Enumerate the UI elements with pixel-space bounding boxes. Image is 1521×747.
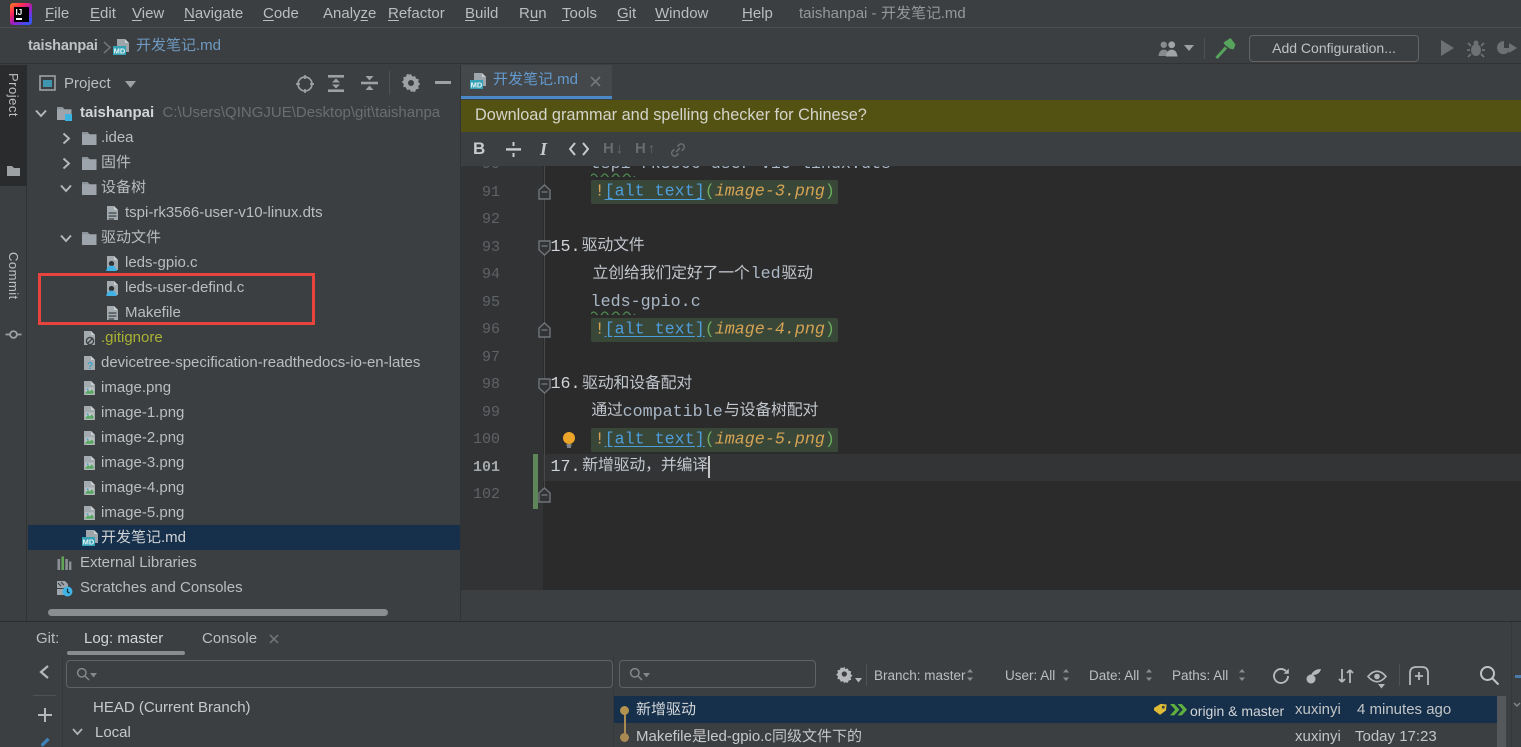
svg-text:MD: MD xyxy=(114,47,126,56)
svg-text:?: ? xyxy=(87,361,93,371)
svg-text:MD: MD xyxy=(83,538,95,547)
svg-text:MD: MD xyxy=(471,81,483,90)
